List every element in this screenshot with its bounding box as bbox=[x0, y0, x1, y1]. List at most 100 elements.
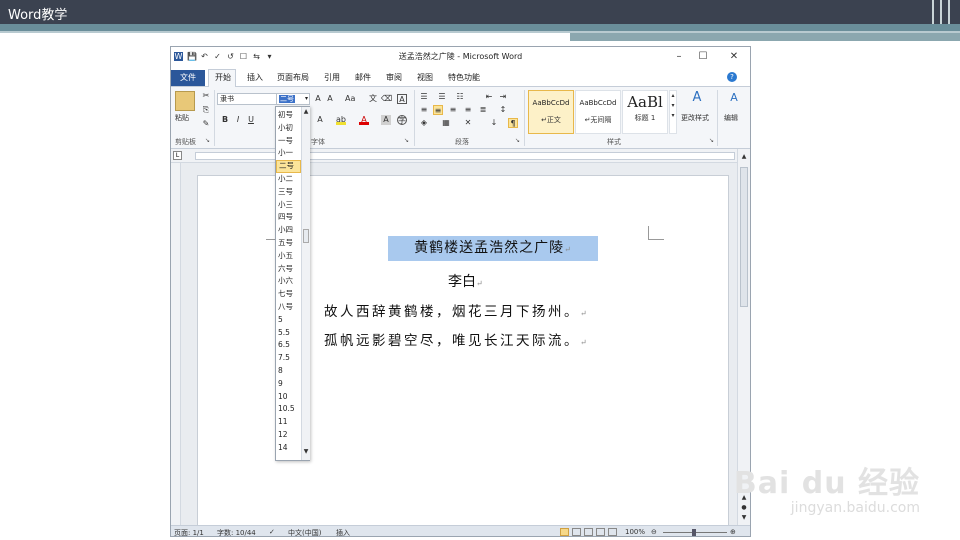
font-size-option[interactable]: 八号 bbox=[276, 301, 301, 314]
status-words[interactable]: 字数: 10/44 bbox=[217, 528, 256, 536]
editing-button[interactable]: 编辑 bbox=[724, 113, 738, 123]
font-size-option[interactable]: 10.5 bbox=[276, 403, 301, 416]
dialog-launcher-icon[interactable]: ↘ bbox=[709, 137, 714, 144]
align-center-icon[interactable]: ≡ bbox=[433, 105, 443, 115]
style-heading-1[interactable]: AaBl 标题 1 bbox=[622, 90, 668, 134]
tab-view[interactable]: 视图 bbox=[417, 72, 433, 83]
restore-button[interactable]: ☐ bbox=[695, 50, 711, 64]
font-size-option[interactable]: 一号 bbox=[276, 135, 301, 148]
style-no-spacing[interactable]: AaBbCcDd ↵无间隔 bbox=[575, 90, 621, 134]
show-marks-icon[interactable]: ¶ bbox=[508, 118, 518, 128]
status-page[interactable]: 页面: 1/1 bbox=[174, 528, 204, 536]
font-size-option[interactable]: 11 bbox=[276, 416, 301, 429]
scrollbar-thumb[interactable] bbox=[740, 167, 748, 307]
font-size-option[interactable]: 七号 bbox=[276, 288, 301, 301]
font-size-option[interactable]: 小一 bbox=[276, 147, 301, 160]
font-size-option[interactable]: 二号 bbox=[276, 160, 301, 173]
find-icon[interactable]: A bbox=[727, 92, 741, 107]
cut-icon[interactable]: ✂ bbox=[201, 91, 211, 101]
font-size-option[interactable]: 小二 bbox=[276, 173, 301, 186]
increase-indent-icon[interactable]: ⇥ bbox=[498, 92, 508, 102]
poem-author[interactable]: 李白↵ bbox=[448, 271, 483, 291]
line-spacing-icon[interactable]: ↕ bbox=[498, 105, 508, 115]
align-left-icon[interactable]: ≡ bbox=[419, 105, 429, 115]
distribute-icon[interactable]: ≣ bbox=[478, 105, 488, 115]
char-shading-icon[interactable]: A bbox=[381, 115, 391, 125]
outline-icon[interactable] bbox=[596, 528, 605, 536]
font-size-option[interactable]: 小五 bbox=[276, 250, 301, 263]
font-size-option[interactable]: 六号 bbox=[276, 263, 301, 276]
proofing-icon[interactable]: ✓ bbox=[269, 528, 275, 536]
align-right-icon[interactable]: ≡ bbox=[448, 105, 458, 115]
borders-icon[interactable]: ▦ bbox=[441, 118, 451, 128]
font-name-box[interactable]: 隶书 bbox=[217, 93, 277, 105]
font-size-option[interactable]: 9 bbox=[276, 378, 301, 391]
close-button[interactable]: ✕ bbox=[726, 50, 742, 64]
font-size-option[interactable]: 小初 bbox=[276, 122, 301, 135]
style-normal[interactable]: AaBbCcDd ↵正文 bbox=[528, 90, 574, 134]
char-border-icon[interactable]: A bbox=[397, 94, 407, 104]
read-mode-icon[interactable] bbox=[572, 528, 581, 536]
tab-selector-icon[interactable]: L bbox=[173, 151, 182, 160]
print-layout-icon[interactable] bbox=[560, 528, 569, 536]
status-mode[interactable]: 插入 bbox=[336, 528, 350, 536]
font-size-option[interactable]: 5.5 bbox=[276, 327, 301, 340]
tab-insert[interactable]: 插入 bbox=[247, 72, 263, 83]
shrink-font-icon[interactable]: A bbox=[325, 94, 335, 104]
bullets-icon[interactable]: ☰ bbox=[419, 92, 429, 102]
highlight-icon[interactable]: ab bbox=[336, 115, 346, 125]
change-case-icon[interactable]: Aa bbox=[345, 94, 355, 104]
font-size-option[interactable]: 5 bbox=[276, 314, 301, 327]
scroll-up-icon[interactable]: ▲ bbox=[302, 107, 310, 117]
clear-format-icon[interactable]: ⌫ bbox=[381, 94, 392, 104]
tab-file[interactable]: 文件 bbox=[171, 70, 205, 86]
paste-button[interactable]: 粘贴 bbox=[175, 113, 189, 123]
decrease-indent-icon[interactable]: ⇤ bbox=[484, 92, 494, 102]
zoom-in-icon[interactable]: ⊕ bbox=[730, 528, 736, 536]
scroll-down-icon[interactable]: ▼ bbox=[302, 447, 310, 457]
font-size-option[interactable]: 6.5 bbox=[276, 339, 301, 352]
bold-icon[interactable]: B bbox=[220, 115, 230, 125]
font-size-option[interactable]: 12 bbox=[276, 429, 301, 442]
text-effect-icon[interactable]: A bbox=[315, 115, 325, 125]
font-size-dropdown[interactable]: 初号 小初 一号 小一 二号 小二 三号 小三 四号 小四 五号 小五 六号 小六 七号 八号 5 5.5 6.5 7… bbox=[275, 106, 310, 461]
scroll-up-icon[interactable]: ▲ bbox=[740, 152, 748, 162]
sort-icon[interactable]: ↓ bbox=[489, 118, 499, 128]
font-size-option[interactable]: 小六 bbox=[276, 275, 301, 288]
minimize-button[interactable]: – bbox=[671, 50, 687, 64]
poem-line[interactable]: 孤帆远影碧空尽，唯见长江天际流。↵ bbox=[324, 329, 589, 349]
italic-icon[interactable]: I bbox=[233, 115, 243, 125]
poem-title[interactable]: 黄鹤楼送孟浩然之广陵↵ bbox=[388, 236, 598, 261]
dialog-launcher-icon[interactable]: ↘ bbox=[515, 137, 520, 144]
tab-references[interactable]: 引用 bbox=[324, 72, 340, 83]
zoom-out-icon[interactable]: ⊖ bbox=[651, 528, 657, 536]
phonetic-icon[interactable]: 文 bbox=[368, 94, 378, 104]
chinese-layout-icon[interactable]: ✕ bbox=[463, 118, 473, 128]
dialog-launcher-icon[interactable]: ↘ bbox=[404, 137, 409, 144]
tab-mailings[interactable]: 邮件 bbox=[355, 72, 371, 83]
styles-scroll[interactable]: ▴ ▾ ▾ bbox=[669, 90, 677, 134]
tab-layout[interactable]: 页面布局 bbox=[277, 72, 309, 83]
status-language[interactable]: 中文(中国) bbox=[288, 528, 321, 536]
font-size-option[interactable]: 小四 bbox=[276, 224, 301, 237]
tab-features[interactable]: 特色功能 bbox=[448, 72, 480, 83]
change-styles-icon[interactable]: A bbox=[690, 91, 704, 107]
status-zoom[interactable]: 100% bbox=[625, 528, 645, 536]
font-size-option[interactable]: 14 bbox=[276, 442, 301, 455]
font-color-icon[interactable]: A bbox=[359, 115, 369, 125]
format-painter-icon[interactable]: ✎ bbox=[201, 119, 211, 129]
font-size-option[interactable]: 三号 bbox=[276, 186, 301, 199]
shading-icon[interactable]: ◈ bbox=[419, 118, 429, 128]
tab-review[interactable]: 审阅 bbox=[386, 72, 402, 83]
dropdown-scrollbar[interactable]: ▲ ▼ bbox=[301, 107, 310, 460]
font-size-option[interactable]: 10 bbox=[276, 391, 301, 404]
font-size-option[interactable]: 7.5 bbox=[276, 352, 301, 365]
font-size-option[interactable]: 初号 bbox=[276, 109, 301, 122]
enclose-char-icon[interactable]: 字 bbox=[397, 115, 407, 125]
web-layout-icon[interactable] bbox=[584, 528, 593, 536]
dialog-launcher-icon[interactable]: ↘ bbox=[205, 137, 210, 144]
draft-icon[interactable] bbox=[608, 528, 617, 536]
zoom-slider-thumb[interactable] bbox=[692, 529, 696, 536]
change-styles-button[interactable]: 更改样式 bbox=[681, 113, 709, 123]
underline-icon[interactable]: U bbox=[246, 115, 256, 125]
